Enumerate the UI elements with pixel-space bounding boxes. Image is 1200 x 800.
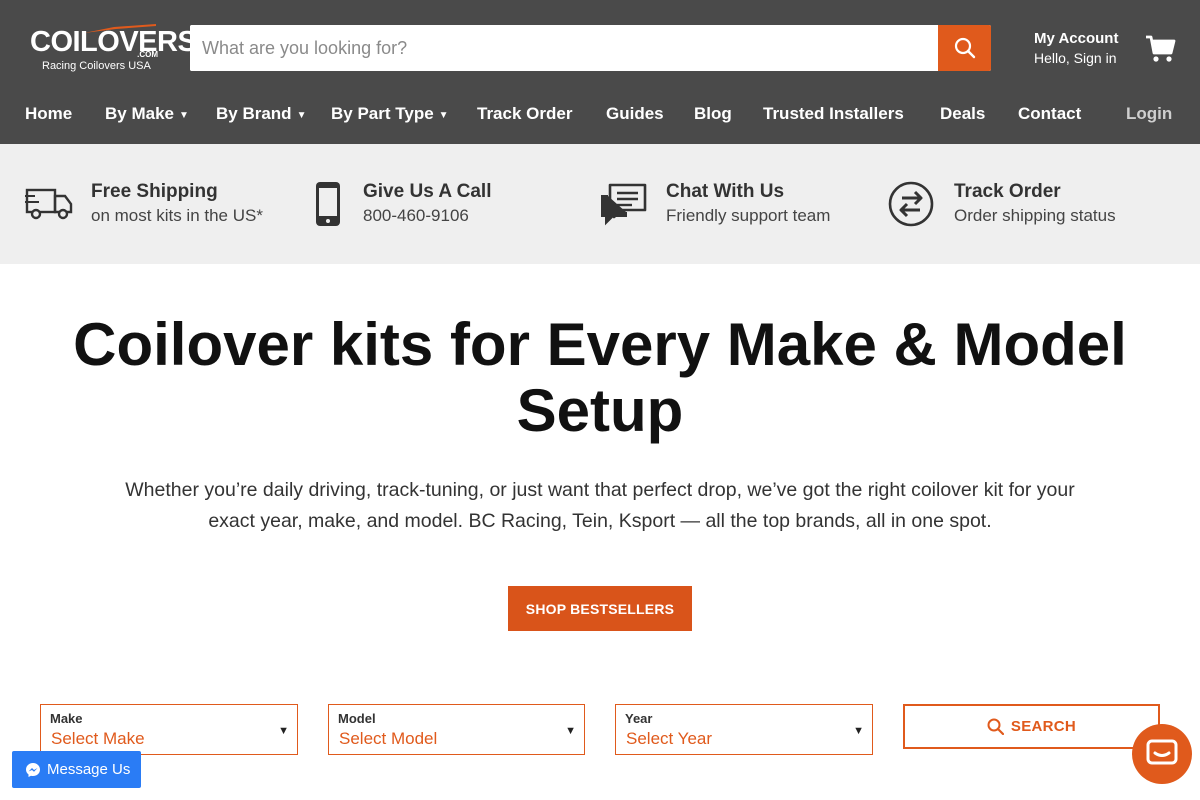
features-bar: Free Shipping on most kits in the US* Gi… — [0, 144, 1200, 264]
shop-bestsellers-button[interactable]: Shop Bestsellers — [508, 586, 692, 631]
nav-item-by-part-type[interactable]: By Part Type ▼ — [331, 104, 449, 124]
feature-subtitle: Order shipping status — [954, 206, 1116, 225]
logo-wordmark: COILOVERS — [30, 26, 197, 58]
page-title: Coilover kits for Every Make & Model Set… — [73, 311, 1127, 444]
search-icon — [954, 37, 975, 59]
model-label: Model — [338, 711, 376, 726]
messenger-label: Message Us — [47, 761, 131, 778]
finder-search-label: SEARCH — [1010, 718, 1077, 735]
model-select[interactable]: Model Select Model ▼ — [328, 704, 585, 755]
nav-item-track-order[interactable]: Track Order — [477, 104, 572, 124]
make-value: Select Make — [51, 729, 145, 748]
nav-label: Trusted Installers — [763, 104, 904, 123]
make-label: Make — [50, 711, 83, 726]
year-label: Year — [625, 711, 653, 726]
feature-phone-number[interactable]: 800-460-9106 — [363, 206, 469, 226]
chevron-down-icon: ▼ — [178, 110, 189, 121]
nav-item-by-make[interactable]: By Make ▼ — [105, 104, 189, 124]
model-value: Select Model — [339, 729, 438, 748]
nav-item-home[interactable]: Home — [25, 104, 72, 124]
messenger-button[interactable]: Message Us — [12, 751, 141, 788]
account-title: My Account — [1034, 30, 1119, 47]
feature-subtitle: Friendly support team — [666, 206, 831, 225]
hero-description: Whether you’re daily driving, track-tuni… — [125, 479, 1075, 532]
chevron-down-icon: ▼ — [438, 110, 449, 121]
make-select[interactable]: Make Select Make ▼ — [40, 704, 298, 755]
chevron-down-icon: ▼ — [296, 110, 307, 121]
year-select[interactable]: Year Select Year ▼ — [615, 704, 873, 755]
nav-label: By Brand — [216, 104, 292, 123]
logo-dotcom: .COM — [137, 50, 158, 59]
nav-item-contact[interactable]: Contact — [1018, 104, 1081, 124]
live-chat-button[interactable] — [1132, 724, 1192, 784]
feature-title: Give Us A Call — [363, 181, 492, 202]
messenger-icon — [26, 762, 40, 777]
chevron-down-icon: ▼ — [565, 725, 576, 737]
chat-icon — [1146, 739, 1178, 765]
account-link[interactable]: My Account Hello, Sign in — [1034, 30, 1118, 68]
account-subtitle: Hello, Sign in — [1034, 50, 1117, 66]
search-icon — [987, 718, 1004, 735]
truck-icon — [25, 188, 73, 220]
nav-label: Home — [25, 104, 73, 123]
nav-label: Contact — [1018, 104, 1082, 123]
site-header: COILOVERS .COM Racing Coilovers USA My A… — [0, 0, 1200, 144]
nav-label: Guides — [606, 104, 664, 123]
nav-label: Deals — [940, 104, 986, 123]
finder-search-button[interactable]: SEARCH — [903, 704, 1160, 749]
search-bar — [190, 25, 991, 71]
nav-label: Blog — [694, 104, 732, 123]
year-value: Select Year — [626, 729, 713, 748]
nav-label: By Make — [105, 104, 174, 123]
feature-title: Chat With Us — [666, 181, 785, 202]
chat-icon — [601, 183, 647, 226]
arrows-icon — [888, 181, 934, 227]
main-nav: Home By Make ▼ By Brand ▼ By Part Type ▼ Tr… — [0, 96, 1200, 134]
nav-label: Track Order — [477, 104, 573, 123]
login-link[interactable]: Login — [1126, 104, 1172, 124]
chevron-down-icon: ▼ — [278, 725, 289, 737]
phone-icon — [316, 182, 340, 226]
search-input[interactable] — [190, 25, 938, 71]
site-logo[interactable]: COILOVERS .COM Racing Coilovers USA — [30, 22, 197, 74]
nav-item-trusted-installers[interactable]: Trusted Installers — [763, 104, 904, 124]
logo-tagline: Racing Coilovers USA — [42, 60, 151, 72]
nav-label: By Part Type — [331, 104, 434, 123]
nav-item-by-brand[interactable]: By Brand ▼ — [216, 104, 306, 124]
nav-item-guides[interactable]: Guides — [606, 104, 664, 124]
feature-title: Free Shipping — [91, 181, 218, 202]
chevron-down-icon: ▼ — [853, 725, 864, 737]
nav-item-deals[interactable]: Deals — [940, 104, 985, 124]
feature-subtitle: on most kits in the US* — [91, 206, 263, 225]
search-button[interactable] — [938, 25, 991, 71]
feature-title: Track Order — [954, 181, 1061, 202]
cart-icon[interactable] — [1145, 33, 1177, 65]
nav-item-blog[interactable]: Blog — [694, 104, 732, 124]
